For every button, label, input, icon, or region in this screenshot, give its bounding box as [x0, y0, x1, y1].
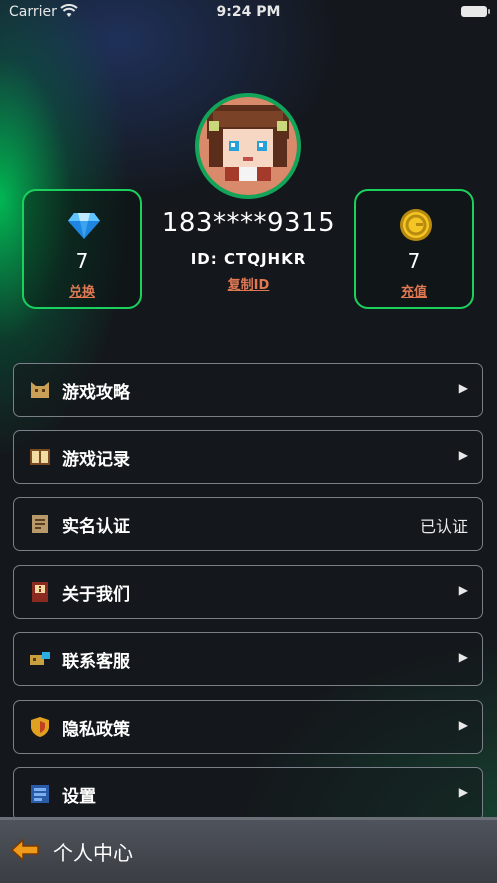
chevron-right-icon: ▶: [458, 448, 468, 462]
chevron-right-icon: ▶: [458, 718, 468, 732]
menu-label: 关于我们: [62, 585, 130, 605]
menu-label: 设置: [62, 787, 96, 807]
battery-icon: [461, 6, 490, 17]
chevron-right-icon: ▶: [458, 381, 468, 395]
scroll-icon: [32, 515, 48, 533]
menu-item-settings[interactable]: 设置 ▶: [13, 767, 483, 821]
recharge-link[interactable]: 充值: [356, 281, 472, 300]
gold-coin-icon: [400, 209, 432, 241]
menu-label: 联系客服: [62, 652, 130, 672]
verification-status: 已认证: [419, 517, 468, 536]
support-icon: [30, 652, 50, 665]
menu-item-privacy-policy[interactable]: 隐私政策 ▶: [13, 700, 483, 754]
shield-icon: [31, 717, 49, 737]
book-icon: [30, 449, 50, 465]
menu-item-game-records[interactable]: 游戏记录 ▶: [13, 430, 483, 484]
menu-item-game-guide[interactable]: 游戏攻略 ▶: [13, 363, 483, 417]
page-title: 个人中心: [53, 841, 133, 865]
menu-label: 游戏攻略: [62, 383, 130, 403]
menu-label: 隐私政策: [62, 720, 130, 740]
avatar[interactable]: [195, 93, 301, 199]
settings-icon: [31, 785, 49, 803]
coins-card: 7 充值: [354, 189, 474, 309]
back-arrow-icon[interactable]: [10, 838, 40, 862]
coins-value: 7: [407, 249, 421, 273]
chevron-right-icon: ▶: [458, 583, 468, 597]
bottom-nav-bar: 个人中心: [0, 817, 497, 883]
chevron-right-icon: ▶: [458, 650, 468, 664]
pixel-character-icon: [199, 97, 297, 195]
cat-icon: [31, 382, 49, 398]
menu-item-customer-service[interactable]: 联系客服 ▶: [13, 632, 483, 686]
menu-label: 游戏记录: [62, 450, 130, 470]
chevron-right-icon: ▶: [458, 785, 468, 799]
status-bar: Carrier 9:24 PM: [0, 0, 497, 26]
menu-item-real-name-verification[interactable]: 实名认证 已认证: [13, 497, 483, 551]
clock: 9:24 PM: [216, 4, 281, 20]
info-book-icon: [32, 582, 48, 602]
menu-label: 实名认证: [62, 517, 130, 537]
menu-item-about-us[interactable]: 关于我们 ▶: [13, 565, 483, 619]
